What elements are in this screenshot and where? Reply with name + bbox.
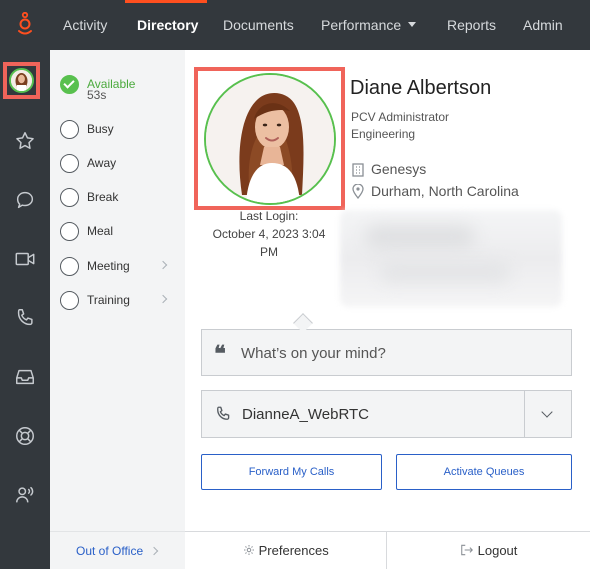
logout-button[interactable]: Logout [460,532,517,569]
avatar[interactable] [9,68,34,93]
divider [386,532,387,569]
status-training[interactable]: Training [60,289,180,311]
chevron-right-icon [149,546,159,556]
status-meal[interactable]: Meal [60,220,180,242]
favorites-button[interactable] [0,116,50,166]
profile-photo[interactable] [204,73,336,205]
status-busy[interactable]: Busy [60,118,180,140]
help-button[interactable] [0,411,50,461]
status-label: Meeting [87,259,130,273]
footer: Preferences Logout [185,531,590,569]
phone-icon [17,309,33,326]
status-message-input[interactable]: ❝ What’s on your mind? [201,329,572,376]
chat-button[interactable] [0,175,50,225]
preferences-button[interactable]: Preferences [243,532,329,569]
status-label: Away [87,156,117,170]
profile-title: PCV Administrator [351,110,450,124]
status-duration: 53s [87,88,107,102]
genesys-logo-icon[interactable] [0,0,50,50]
status-label: Busy [87,122,114,136]
inbox-button[interactable] [0,352,50,402]
logout-icon [461,544,473,556]
tab-reports[interactable]: Reports [447,0,496,50]
status-away[interactable]: Away [60,152,180,174]
tab-documents[interactable]: Documents [223,0,294,50]
last-login-value: October 4, 2023 3:04 PM [212,227,326,259]
top-nav: Activity Directory Documents Performance… [0,0,590,50]
radio-icon [60,154,79,173]
video-button[interactable] [0,234,50,284]
person-voice-icon [16,486,34,503]
radio-icon [60,188,79,207]
status-label: Meal [87,224,114,238]
logout-label: Logout [477,543,518,558]
tab-activity[interactable]: Activity [63,0,107,50]
lifebuoy-icon [16,427,34,445]
location-pin-icon [352,184,364,199]
phone-icon [217,406,230,420]
chevron-right-icon [158,294,168,304]
radio-icon [60,120,79,139]
divider [524,391,525,437]
last-login: Last Login: October 4, 2023 3:04 PM [205,207,333,261]
out-of-office-label: Out of Office [76,544,144,558]
building-icon [352,163,364,177]
chat-icon [16,191,34,209]
last-login-label: Last Login: [239,209,299,223]
blurred-contact-info-detail [365,225,475,249]
status-break[interactable]: Break [60,186,180,208]
people-button[interactable] [0,470,50,520]
status-message-placeholder: What’s on your mind? [241,345,386,362]
status-meeting[interactable]: Meeting [60,255,180,277]
blurred-contact-info-detail [380,262,510,282]
location-name: Durham, North Carolina [371,183,519,199]
star-icon [16,132,34,149]
chevron-down-icon[interactable] [541,406,553,418]
chevron-right-icon [158,260,168,270]
status-label: Break [87,190,119,204]
gear-icon [244,545,254,555]
radio-icon [60,291,79,310]
radio-icon [60,257,79,276]
status-available[interactable]: Available [60,73,180,95]
radio-icon [60,222,79,241]
phone-button[interactable] [0,293,50,343]
chevron-down-icon [408,22,416,27]
profile-department: Engineering [351,127,416,141]
forward-calls-button[interactable]: Forward My Calls [201,454,382,490]
out-of-office-link[interactable]: Out of Office [50,531,185,569]
quote-icon: ❝ [214,341,226,367]
inbox-icon [16,369,34,385]
video-icon [15,252,35,266]
profile-name: Diane Albertson [350,77,492,99]
station-name: DianneA_WebRTC [242,406,370,423]
station-selector[interactable]: DianneA_WebRTC [201,390,572,438]
left-rail [0,50,50,569]
preferences-label: Preferences [258,543,329,558]
tab-directory[interactable]: Directory [137,0,198,50]
tab-admin[interactable]: Admin [523,0,563,50]
organization-name: Genesys [371,161,427,177]
presence-panel: Available 53s Busy Away Break Meal Meeti… [50,50,185,569]
tab-performance[interactable]: Performance [321,0,401,50]
activate-queues-button[interactable]: Activate Queues [396,454,572,490]
checkmark-icon [60,75,79,94]
status-label: Training [87,293,130,307]
